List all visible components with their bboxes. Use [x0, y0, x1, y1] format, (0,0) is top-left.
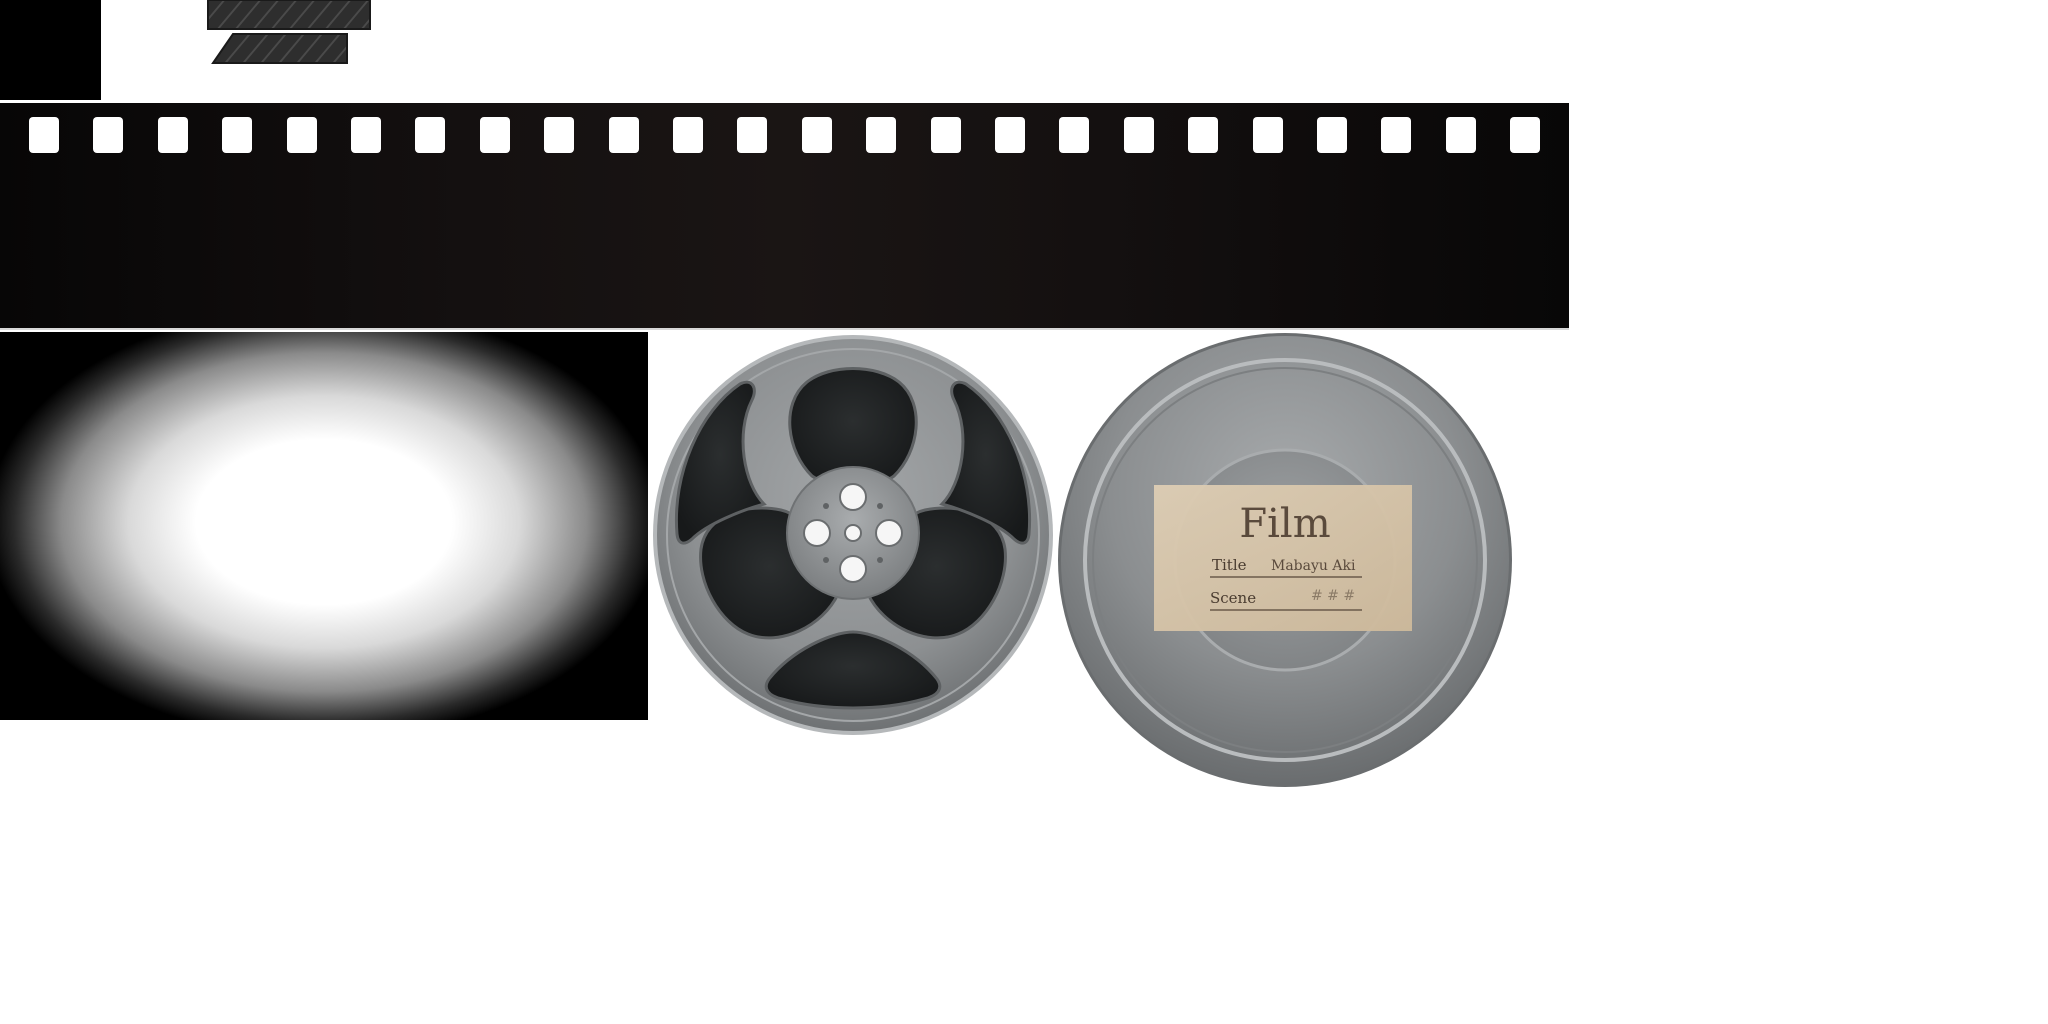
- film-perforation: [673, 117, 703, 153]
- film-reel-icon: [653, 335, 1053, 735]
- label-scene-value: # # #: [1311, 588, 1355, 604]
- film-perforation: [158, 117, 188, 153]
- film-perforation: [29, 117, 59, 153]
- film-perforation: [544, 117, 574, 153]
- film-perforation: [1188, 117, 1218, 153]
- film-perforation: [931, 117, 961, 153]
- film-canister-icon: Film Title Mabayu Aki Scene # # #: [1058, 333, 1512, 787]
- label-title-caption: Title: [1212, 556, 1247, 574]
- label-heading: Film: [1239, 501, 1330, 547]
- clapper-top-stick: [207, 0, 371, 30]
- film-perforation: [1381, 117, 1411, 153]
- clapper-stick-icon: [207, 0, 371, 64]
- film-perforation: [287, 117, 317, 153]
- label-title-value: Mabayu Aki: [1271, 558, 1356, 574]
- film-perforation: [480, 117, 510, 153]
- film-perforation: [351, 117, 381, 153]
- film-perforation: [995, 117, 1025, 153]
- spotlight-gradient: [0, 332, 648, 720]
- film-perforation: [415, 117, 445, 153]
- film-perforation: [802, 117, 832, 153]
- film-perforation: [1059, 117, 1089, 153]
- canister-label: Film Title Mabayu Aki Scene # # #: [1154, 485, 1412, 631]
- label-scene-caption: Scene: [1210, 589, 1256, 607]
- film-perforation: [609, 117, 639, 153]
- film-perforation: [1446, 117, 1476, 153]
- film-perforation: [866, 117, 896, 153]
- film-perforation: [93, 117, 123, 153]
- film-perforation: [1510, 117, 1540, 153]
- spotlight-glow: [0, 332, 648, 720]
- film-strip: [0, 103, 1569, 330]
- black-swatch: [0, 0, 101, 100]
- film-perforation: [222, 117, 252, 153]
- film-perforation: [1317, 117, 1347, 153]
- film-perforation: [1124, 117, 1154, 153]
- reel-hub: [786, 466, 920, 600]
- film-strip-edge: [0, 328, 1569, 330]
- film-perforation: [1253, 117, 1283, 153]
- film-perforation: [737, 117, 767, 153]
- clapper-bottom-stick: [211, 33, 348, 64]
